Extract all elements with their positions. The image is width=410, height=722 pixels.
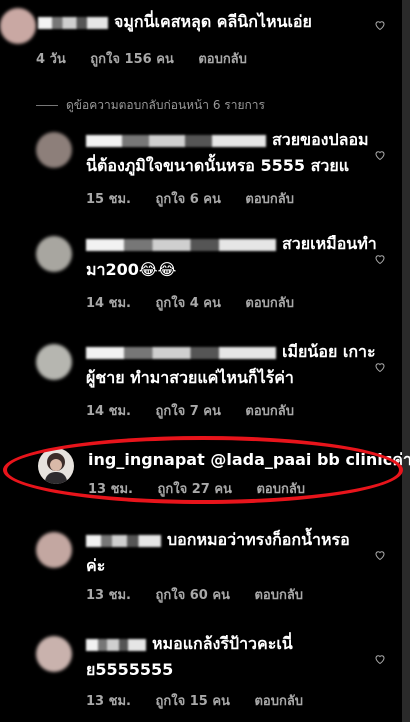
view-previous-replies[interactable]: ดูข้อความตอบกลับก่อนหน้า 6 รายการ: [36, 96, 265, 115]
heart-icon[interactable]: [374, 546, 386, 561]
reply-button[interactable]: ตอบกลับ: [245, 296, 294, 311]
comment-text: สวยเหมือนทำ: [86, 232, 377, 256]
comment-meta: 15 ชม. ถูกใจ 6 คน ตอบกลับ: [86, 188, 314, 209]
comment-time: 14 ชม.: [86, 404, 131, 419]
comment-meta: 14 ชม. ถูกใจ 4 คน ตอบกลับ: [86, 292, 314, 313]
comment-text-line2: ค่ะ: [86, 556, 106, 575]
divider: [36, 105, 58, 106]
avatar[interactable]: [36, 532, 72, 568]
blurred-username: [38, 16, 108, 29]
comment-text-line2: ย5555555: [86, 660, 174, 679]
scroll-edge: [402, 0, 410, 722]
comment-time: 14 ชม.: [86, 296, 131, 311]
avatar[interactable]: [36, 344, 72, 380]
heart-icon[interactable]: [374, 358, 386, 373]
avatar[interactable]: [36, 636, 72, 672]
comment-text: บอกหมอว่าทรงก็อกน้ำหรอ: [86, 528, 350, 552]
comment-text: จมูกนี่เคสหลุด คลีนิกไหนเอ่ย: [38, 10, 312, 34]
blurred-username: [86, 346, 276, 359]
comment-time: 13 ชม.: [86, 694, 131, 709]
comment-text-line2: มา200😂😂: [86, 260, 177, 279]
avatar[interactable]: [36, 236, 72, 272]
like-count[interactable]: ถูกใจ 4 คน: [155, 296, 220, 311]
comment-meta: 13 ชม. ถูกใจ 15 คน ตอบกลับ: [86, 690, 323, 711]
like-count[interactable]: ถูกใจ 156 คน: [90, 52, 173, 67]
comment-time: 4 วัน: [36, 52, 66, 67]
reply-button[interactable]: ตอบกลับ: [254, 694, 303, 709]
comment-meta: 4 วัน ถูกใจ 156 คน ตอบกลับ: [36, 48, 267, 69]
comments-screen: จมูกนี่เคสหลุด คลีนิกไหนเอ่ย 4 วัน ถูกใจ…: [0, 0, 410, 722]
comment-text: สวยของปลอม: [86, 128, 369, 152]
avatar[interactable]: [36, 132, 72, 168]
comment-text: เมียน้อย เกาะ: [86, 340, 376, 364]
like-count[interactable]: ถูกใจ 15 คน: [155, 694, 229, 709]
blurred-username: [86, 238, 276, 251]
like-count[interactable]: ถูกใจ 60 คน: [155, 588, 229, 603]
comment-meta: 14 ชม. ถูกใจ 7 คน ตอบกลับ: [86, 400, 314, 421]
like-count[interactable]: ถูกใจ 7 คน: [155, 404, 220, 419]
avatar[interactable]: [0, 8, 36, 44]
blurred-username: [86, 638, 146, 651]
reply-button[interactable]: ตอบกลับ: [254, 588, 303, 603]
heart-icon[interactable]: [374, 146, 386, 161]
reply-button[interactable]: ตอบกลับ: [198, 52, 247, 67]
reply-button[interactable]: ตอบกลับ: [245, 192, 294, 207]
comment-time: 15 ชม.: [86, 192, 131, 207]
comment-meta: 13 ชม. ถูกใจ 60 คน ตอบกลับ: [86, 584, 323, 605]
heart-icon[interactable]: [374, 250, 386, 265]
blurred-username: [86, 134, 266, 147]
heart-icon[interactable]: [374, 650, 386, 665]
comment-text-line2: ผู้ชาย ทำมาสวยแค่ไหนก็ไร้ค่า: [86, 368, 294, 387]
reply-button[interactable]: ตอบกลับ: [245, 404, 294, 419]
comment-time: 13 ชม.: [86, 588, 131, 603]
red-circle-annotation: [3, 436, 403, 504]
comment-text-line2: นี่ต้องภูมิใจขนาดนั้นหรอ 5555 สวยแ: [86, 156, 350, 175]
like-count[interactable]: ถูกใจ 6 คน: [155, 192, 220, 207]
blurred-username: [86, 534, 161, 547]
heart-icon[interactable]: [374, 16, 386, 31]
comment-text: หมอแกล้งรีป้าวคะเนี่: [86, 632, 293, 656]
